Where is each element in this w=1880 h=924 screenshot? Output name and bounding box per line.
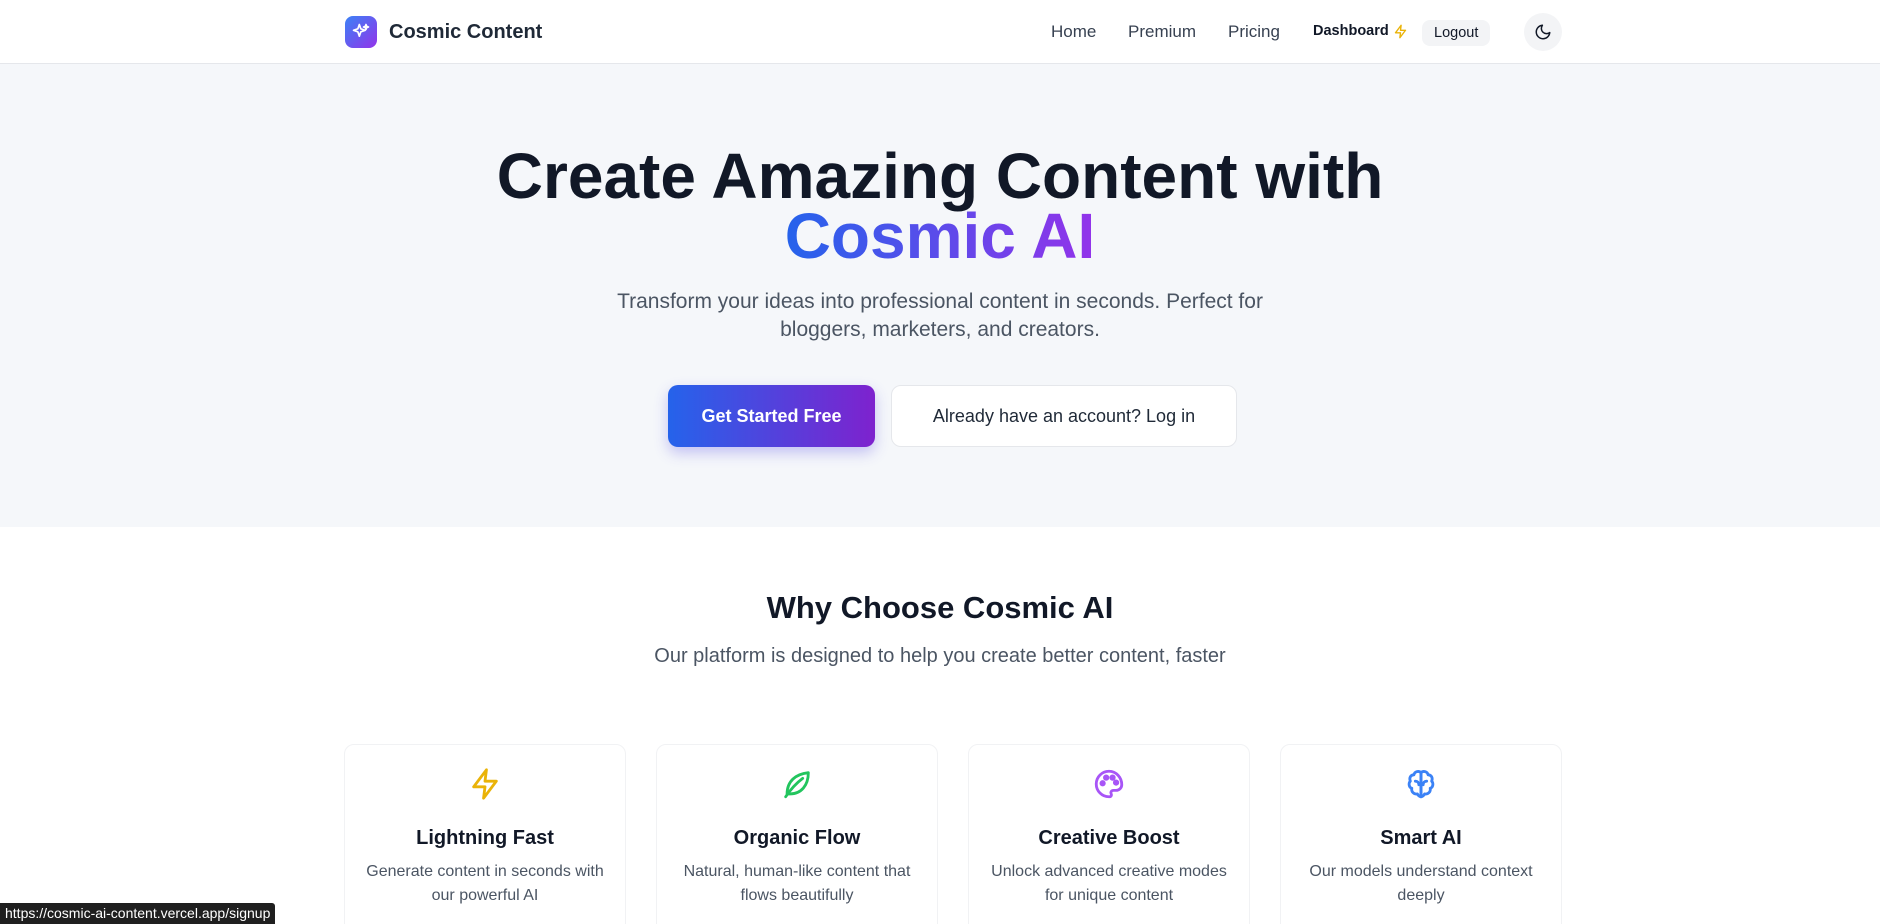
nav-link-pricing[interactable]: Pricing xyxy=(1228,22,1280,42)
dashboard-label: Dashboard xyxy=(1313,23,1389,39)
feature-desc: Natural, human-like content that flows b… xyxy=(683,863,911,904)
feature-card-creative: Creative Boost Unlock advanced creative … xyxy=(968,744,1250,924)
feature-desc: Unlock advanced creative modes for uniqu… xyxy=(991,863,1227,904)
feature-desc: Our models understand context deeply xyxy=(1309,863,1533,904)
get-started-button[interactable]: Get Started Free xyxy=(668,385,875,447)
brand-name: Cosmic Content xyxy=(389,20,543,43)
feature-card-organic: Organic Flow Natural, human-like content… xyxy=(656,744,938,924)
brain-icon xyxy=(1407,770,1435,799)
feature-card-smart: Smart AI Our models understand context d… xyxy=(1280,744,1562,924)
login-button[interactable]: Already have an account? Log in xyxy=(891,385,1237,447)
logout-button[interactable]: Logout xyxy=(1422,20,1491,46)
lightning-icon xyxy=(472,768,498,800)
feature-title: Organic Flow xyxy=(733,827,861,849)
lightning-icon xyxy=(1394,24,1406,38)
leaf-icon xyxy=(784,771,810,799)
hero-title-highlight: Cosmic AI xyxy=(784,200,1096,272)
nav-link-dashboard[interactable]: Dashboard xyxy=(1313,23,1408,39)
feature-title: Creative Boost xyxy=(1038,827,1180,849)
features-title: Why Choose Cosmic AI xyxy=(766,590,1114,625)
hero-subtitle-line2: bloggers, marketers, and creators. xyxy=(780,318,1100,341)
nav-link-home[interactable]: Home xyxy=(1051,22,1096,42)
feature-title: Lightning Fast xyxy=(416,827,554,849)
hero-subtitle-line1: Transform your ideas into professional c… xyxy=(617,290,1263,313)
navbar: Cosmic Content Home Premium Pricing Dash… xyxy=(0,0,1880,64)
status-bar-url: https://cosmic-ai-content.vercel.app/sig… xyxy=(0,903,276,924)
features-subtitle: Our platform is designed to help you cre… xyxy=(654,645,1226,667)
hero-title: Create Amazing Content with xyxy=(0,144,1880,208)
hero-title-highlight-row: Cosmic AI xyxy=(0,204,1880,268)
theme-toggle-button[interactable] xyxy=(1524,13,1562,51)
palette-icon xyxy=(1094,769,1124,799)
feature-desc: Generate content in seconds with our pow… xyxy=(366,863,604,904)
brand[interactable]: Cosmic Content xyxy=(345,16,542,48)
sparkles-icon xyxy=(345,16,377,48)
feature-card-lightning: Lightning Fast Generate content in secon… xyxy=(344,744,626,924)
nav-link-premium[interactable]: Premium xyxy=(1128,22,1196,42)
feature-title: Smart AI xyxy=(1380,827,1462,849)
moon-icon xyxy=(1535,24,1551,40)
hero-section: Create Amazing Content with Cosmic AI Tr… xyxy=(0,64,1880,527)
